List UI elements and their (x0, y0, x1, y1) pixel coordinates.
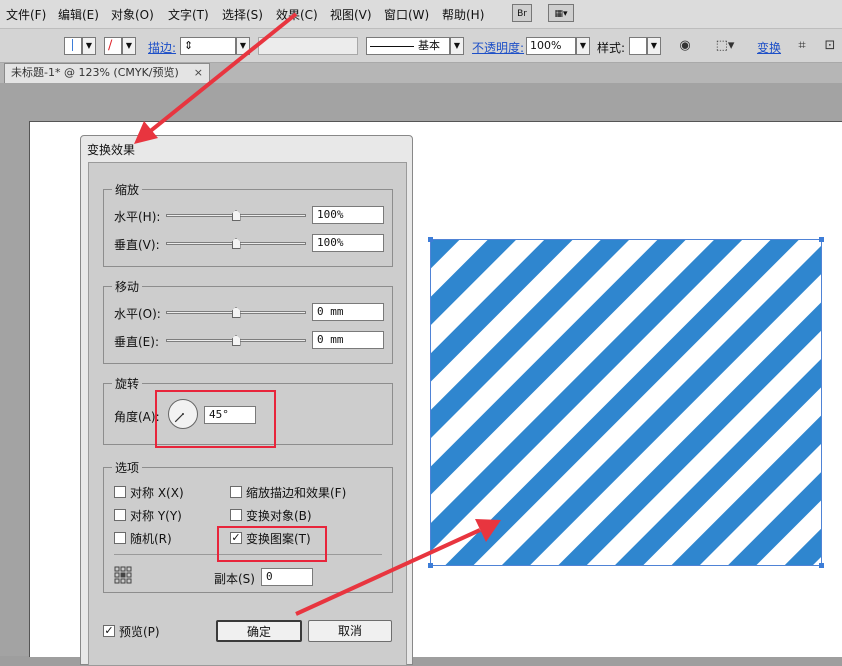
ok-button[interactable]: 确定 (216, 620, 302, 642)
scale-vertical-label: 垂直(V): (114, 238, 160, 252)
copies-input[interactable]: 0 (261, 568, 313, 586)
selection-handle[interactable] (428, 563, 433, 568)
fill-swatch[interactable] (64, 37, 82, 55)
angle-label: 角度(A): (114, 410, 160, 424)
stroke-label[interactable]: 描边: (148, 39, 176, 56)
reflect-y-checkbox[interactable] (114, 509, 126, 521)
rotate-highlight-box (155, 390, 276, 448)
dialog-title: 变换效果 (87, 143, 136, 157)
move-legend: 移动 (112, 278, 143, 295)
preview-label: 预览(P) (119, 625, 160, 639)
style-swatch[interactable] (629, 37, 647, 55)
recolor-artwork-icon[interactable]: ◉ (677, 38, 693, 54)
menu-window[interactable]: 窗口(W) (384, 6, 429, 23)
transform-link[interactable]: 变换 (757, 39, 781, 56)
document-tab-strip: 未标题-1* @ 123% (CMYK/预览) × (0, 63, 842, 83)
move-vertical-input[interactable]: 0 mm (312, 331, 384, 349)
stroke-dropdown[interactable]: ▼ (122, 37, 136, 55)
rotate-legend: 旋转 (112, 375, 143, 392)
brush-dropdown[interactable]: ▼ (450, 37, 464, 55)
options-legend: 选项 (112, 459, 143, 476)
scale-horizontal-input[interactable]: 100% (312, 206, 384, 224)
menu-edit[interactable]: 编辑(E) (58, 6, 99, 23)
transform-objects-checkbox[interactable] (230, 509, 242, 521)
selection-handle[interactable] (819, 563, 824, 568)
striped-rectangle[interactable] (428, 237, 824, 568)
isolate-object-icon[interactable]: ⌗ (794, 38, 810, 54)
stroke-weight-input[interactable]: ⇕ (180, 37, 236, 55)
menu-help[interactable]: 帮助(H) (442, 6, 484, 23)
reflect-x-label: 对称 X(X) (130, 486, 184, 500)
selection-handle[interactable] (428, 237, 433, 242)
scale-horizontal-label: 水平(H): (114, 210, 161, 224)
slider-thumb[interactable] (231, 335, 241, 346)
preview-checkbox[interactable]: ✓ (103, 625, 115, 637)
diagonal-stripe-pattern (431, 240, 821, 565)
scale-vertical-slider[interactable] (166, 238, 306, 249)
slider-thumb[interactable] (231, 307, 241, 318)
menu-object[interactable]: 对象(O) (111, 6, 154, 23)
move-vertical-slider[interactable] (166, 335, 306, 346)
reference-point-icon[interactable] (114, 566, 132, 584)
scale-strokes-checkbox[interactable] (230, 486, 242, 498)
brush-definition[interactable]: 基本 (366, 37, 450, 55)
move-group: 移动 水平(O): 0 mm 垂直(E): 0 mm (103, 278, 393, 364)
brush-label: 基本 (418, 39, 440, 52)
scale-legend: 缩放 (112, 181, 143, 198)
cancel-button[interactable]: 取消 (308, 620, 392, 642)
random-label: 随机(R) (130, 532, 172, 546)
scale-group: 缩放 水平(H): 100% 垂直(V): 100% (103, 181, 393, 267)
style-dropdown[interactable]: ▼ (647, 37, 661, 55)
menu-view[interactable]: 视图(V) (330, 6, 372, 23)
transform-objects-label: 变换对象(B) (246, 509, 312, 523)
menu-bar: 文件(F) 编辑(E) 对象(O) 文字(T) 选择(S) 效果(C) 视图(V… (0, 0, 842, 29)
stroke-swatch-none[interactable]: ∕ (104, 37, 122, 55)
scale-strokes-label: 缩放描边和效果(F) (246, 486, 347, 500)
bridge-icon[interactable]: Br (512, 4, 532, 22)
panel-menu-icon[interactable]: ⊡ (822, 38, 838, 54)
close-tab-icon[interactable]: × (194, 64, 203, 82)
scale-horizontal-slider[interactable] (166, 210, 306, 221)
move-horizontal-label: 水平(O): (114, 307, 161, 321)
move-horizontal-slider[interactable] (166, 307, 306, 318)
move-horizontal-input[interactable]: 0 mm (312, 303, 384, 321)
slider-thumb[interactable] (231, 238, 241, 249)
arrange-documents-icon[interactable]: ▦▾ (548, 4, 574, 22)
scale-vertical-input[interactable]: 100% (312, 234, 384, 252)
slider-thumb[interactable] (231, 210, 241, 221)
menu-effect[interactable]: 效果(C) (276, 6, 318, 23)
menu-type[interactable]: 文字(T) (168, 6, 209, 23)
menu-select[interactable]: 选择(S) (222, 6, 263, 23)
selection-handle[interactable] (819, 237, 824, 242)
document-tab[interactable]: 未标题-1* @ 123% (CMYK/预览) × (4, 63, 210, 83)
move-vertical-label: 垂直(E): (114, 335, 159, 349)
reflect-x-checkbox[interactable] (114, 486, 126, 498)
opacity-label[interactable]: 不透明度: (472, 39, 524, 56)
stroke-weight-dropdown[interactable]: ▼ (236, 37, 250, 55)
document-tab-title: 未标题-1* @ 123% (CMYK/预览) (11, 66, 179, 79)
reflect-y-label: 对称 Y(Y) (130, 509, 182, 523)
variable-width-profile[interactable] (258, 37, 358, 55)
fill-dropdown[interactable]: ▼ (82, 37, 96, 55)
opacity-input[interactable]: 100% (526, 37, 576, 55)
random-checkbox[interactable] (114, 532, 126, 544)
opacity-dropdown[interactable]: ▼ (576, 37, 590, 55)
menu-file[interactable]: 文件(F) (6, 6, 46, 23)
copies-label: 副本(S) (214, 572, 255, 586)
align-options-icon[interactable]: ⬚▾ (712, 38, 738, 54)
transform-patterns-highlight-box (217, 526, 327, 562)
control-toolbar: ▼ ∕ ▼ 描边: ⇕ ▼ 基本 ▼ 不透明度: 100% ▼ 样式: ▼ ◉ … (0, 29, 842, 63)
style-label: 样式: (597, 41, 626, 55)
